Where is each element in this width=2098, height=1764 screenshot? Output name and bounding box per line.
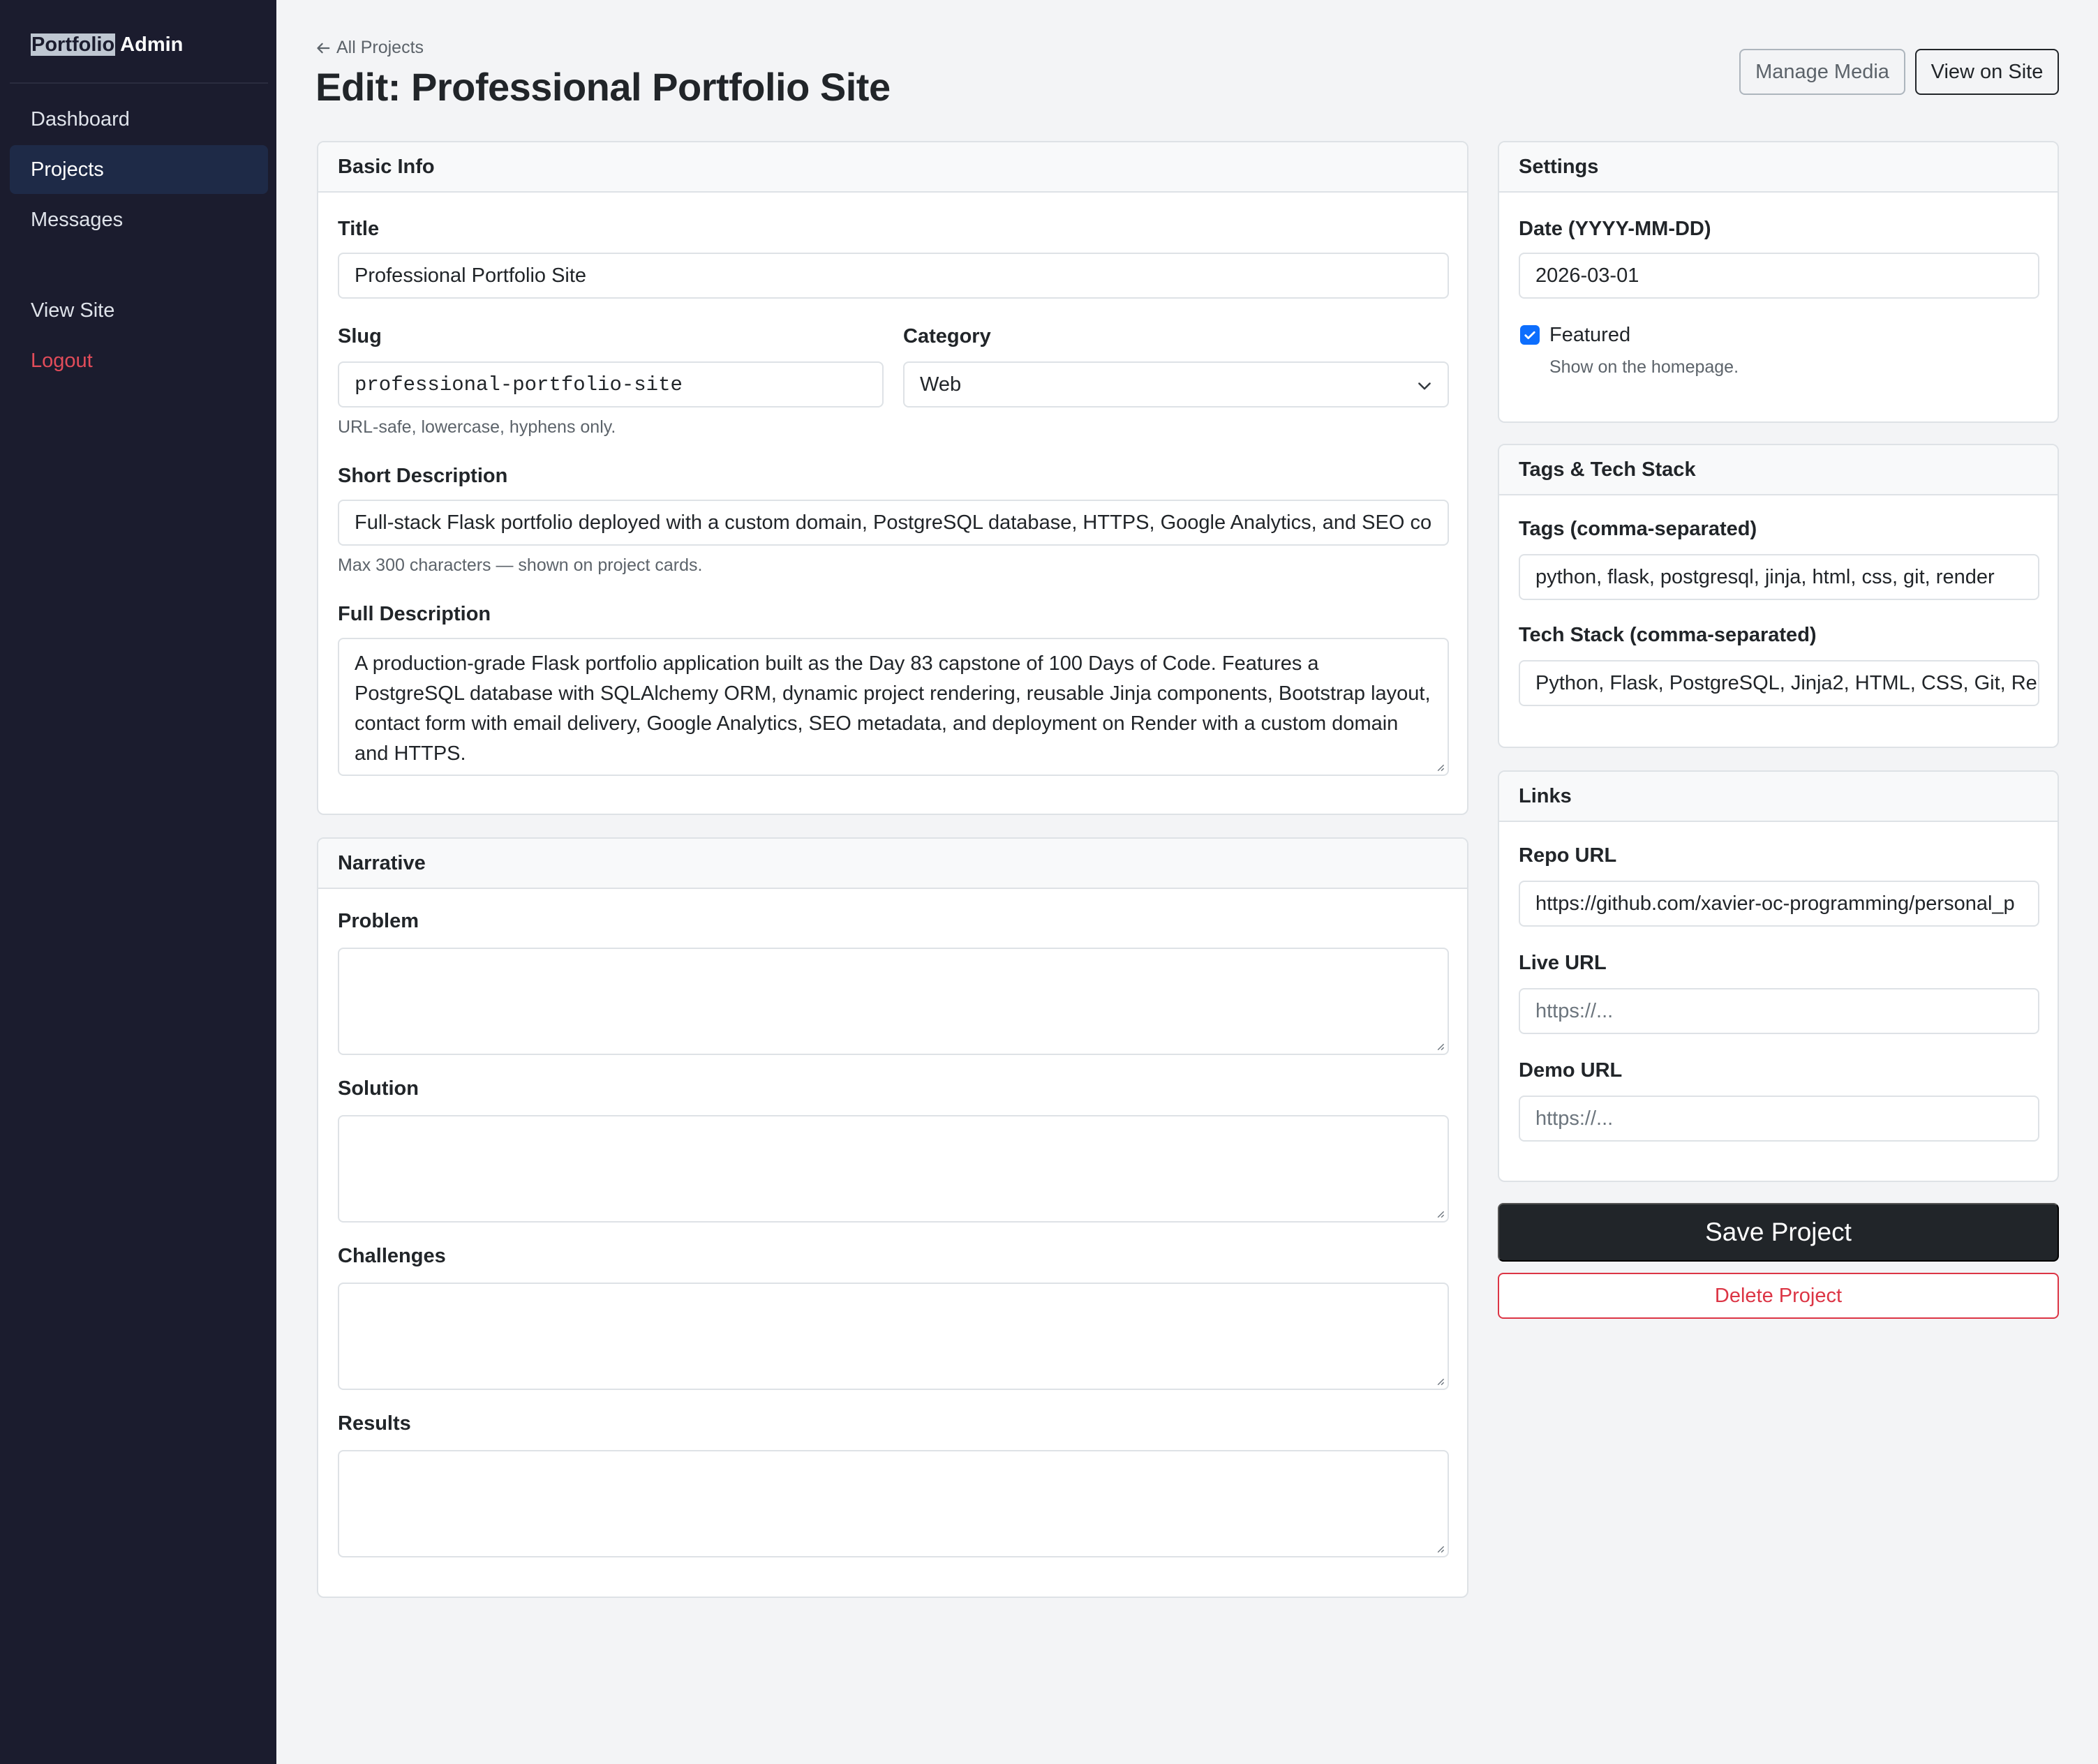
category-select[interactable]: Web (903, 361, 1449, 408)
brand-suffix: Admin (115, 33, 184, 56)
live-url-label: Live URL (1519, 952, 1607, 974)
arrow-left-icon (317, 43, 330, 53)
settings-card: Settings Date (YYYY-MM-DD) 2026-03-01 Fe… (1498, 141, 2059, 423)
short-description-input[interactable]: Full-stack Flask portfolio deployed with… (338, 500, 1449, 546)
sidebar: Portfolio Admin Dashboard Projects Messa… (0, 0, 276, 1764)
links-header: Links (1499, 772, 2058, 822)
sidebar-divider (10, 82, 268, 84)
slug-label: Slug (338, 325, 382, 347)
sidebar-item-logout[interactable]: Logout (10, 336, 268, 385)
back-link-label: All Projects (336, 38, 424, 57)
full-description-label: Full Description (338, 603, 491, 625)
resize-grip-icon[interactable] (1435, 1544, 1445, 1553)
sidebar-item-projects[interactable]: Projects (10, 145, 268, 194)
date-input[interactable]: 2026-03-01 (1519, 253, 2039, 299)
back-link[interactable]: All Projects (315, 38, 424, 58)
view-on-site-button[interactable]: View on Site (1915, 49, 2059, 95)
tech-stack-input[interactable]: Python, Flask, PostgreSQL, Jinja2, HTML,… (1519, 660, 2039, 706)
problem-label: Problem (338, 910, 419, 932)
narrative-card: Narrative Problem Solution Challenges Re… (317, 837, 1468, 1598)
tags-header: Tags & Tech Stack (1499, 445, 2058, 495)
settings-header: Settings (1499, 142, 2058, 193)
featured-label[interactable]: Featured (1549, 324, 1630, 347)
page-title: Edit: Professional Portfolio Site (315, 65, 891, 109)
title-input[interactable]: Professional Portfolio Site (338, 253, 1449, 299)
date-label: Date (YYYY-MM-DD) (1519, 218, 1711, 240)
short-description-label: Short Description (338, 465, 508, 487)
basic-info-card: Basic Info Title Professional Portfolio … (317, 141, 1468, 815)
resize-grip-icon[interactable] (1435, 762, 1445, 772)
manage-media-button[interactable]: Manage Media (1739, 49, 1905, 95)
featured-help: Show on the homepage. (1549, 357, 1739, 377)
results-label: Results (338, 1412, 411, 1435)
sidebar-item-view-site[interactable]: View Site (10, 286, 268, 335)
live-url-input[interactable]: https://... (1519, 988, 2039, 1034)
repo-url-input[interactable]: https://github.com/xavier-oc-programming… (1519, 881, 2039, 927)
challenges-label: Challenges (338, 1245, 446, 1267)
tags-label: Tags (comma-separated) (1519, 518, 1757, 540)
challenges-textarea[interactable] (338, 1283, 1449, 1390)
repo-url-label: Repo URL (1519, 844, 1617, 867)
tags-input[interactable]: python, flask, postgresql, jinja, html, … (1519, 554, 2039, 600)
full-description-textarea[interactable]: A production-grade Flask portfolio appli… (338, 638, 1449, 776)
category-selected-value: Web (920, 373, 962, 396)
results-textarea[interactable] (338, 1450, 1449, 1557)
save-project-button[interactable]: Save Project (1498, 1203, 2059, 1262)
demo-url-label: Demo URL (1519, 1059, 1623, 1082)
tech-stack-label: Tech Stack (comma-separated) (1519, 624, 1817, 646)
resize-grip-icon[interactable] (1435, 1376, 1445, 1386)
slug-help: URL-safe, lowercase, hyphens only. (338, 417, 616, 437)
solution-label: Solution (338, 1077, 419, 1100)
checkmark-icon (1524, 331, 1535, 339)
sidebar-item-messages[interactable]: Messages (10, 195, 268, 244)
title-label: Title (338, 218, 380, 240)
short-description-help: Max 300 characters — shown on project ca… (338, 555, 703, 575)
resize-grip-icon[interactable] (1435, 1209, 1445, 1218)
brand-highlight: Portfolio (31, 33, 116, 56)
demo-url-input[interactable]: https://... (1519, 1096, 2039, 1142)
basic-info-header: Basic Info (318, 142, 1467, 193)
links-card: Links Repo URL https://github.com/xavier… (1498, 770, 2059, 1182)
slug-input[interactable]: professional-portfolio-site (338, 361, 884, 408)
category-label: Category (903, 325, 991, 347)
brand-logo[interactable]: Portfolio Admin (31, 33, 183, 57)
sidebar-item-dashboard[interactable]: Dashboard (10, 95, 268, 144)
resize-grip-icon[interactable] (1435, 1041, 1445, 1051)
solution-textarea[interactable] (338, 1115, 1449, 1223)
full-description-text: A production-grade Flask portfolio appli… (355, 652, 1431, 765)
delete-project-button[interactable]: Delete Project (1498, 1273, 2059, 1319)
featured-checkbox[interactable] (1520, 325, 1540, 345)
problem-textarea[interactable] (338, 948, 1449, 1055)
narrative-header: Narrative (318, 839, 1467, 889)
tags-card: Tags & Tech Stack Tags (comma-separated)… (1498, 444, 2059, 748)
chevron-down-icon (1418, 382, 1431, 390)
